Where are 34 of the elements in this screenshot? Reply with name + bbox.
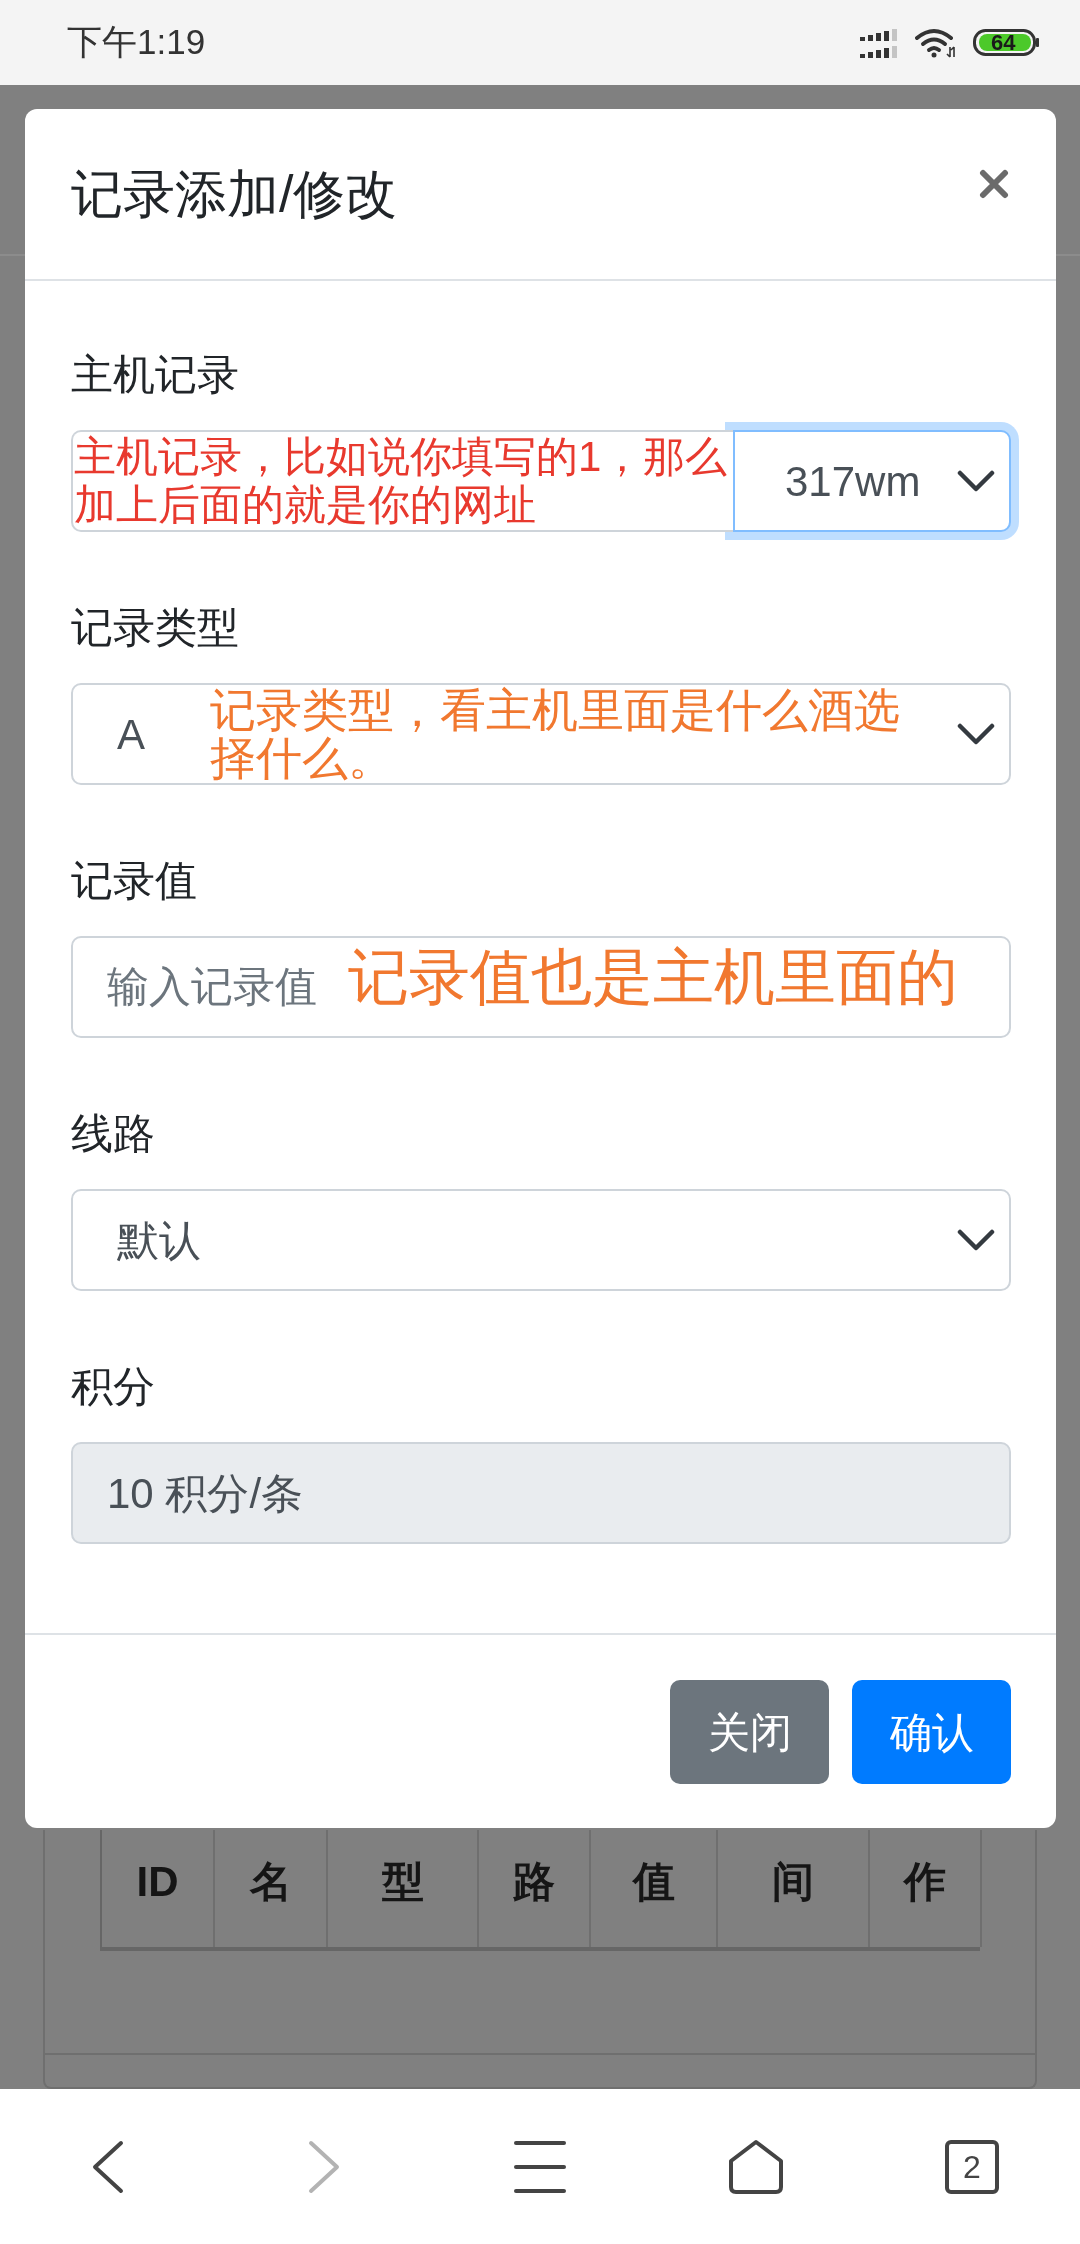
field-label: 记录值	[71, 856, 197, 906]
wifi-icon	[915, 27, 957, 58]
table-header-cell: 型	[328, 1830, 479, 1947]
close-icon[interactable]	[979, 169, 1009, 199]
menu-icon[interactable]	[514, 2139, 566, 2194]
tab-count-button[interactable]: 2	[945, 2139, 999, 2194]
table-header-cell: 作	[870, 1830, 982, 1947]
dialog-button[interactable]: 关闭	[670, 1680, 829, 1784]
signal-icon	[859, 27, 899, 58]
select-field[interactable]: A 记录类型，看主机里面是什么酒选择什么。	[71, 683, 1011, 785]
table-header-cell: 路	[479, 1830, 591, 1947]
modal-title: 记录添加/修改	[71, 164, 398, 225]
chevron-down-icon	[957, 470, 995, 492]
field-label: 主机记录	[71, 350, 239, 400]
chevron-down-icon	[957, 1229, 995, 1251]
dialog-button[interactable]: 确认	[852, 1680, 1011, 1784]
annotation-text: 记录值也是主机里面的	[348, 942, 958, 1013]
table-header-cell: 间	[718, 1830, 870, 1947]
table-header-cell: ID	[102, 1830, 215, 1947]
status-time: 下午1:19	[67, 21, 206, 64]
field-label: 线路	[71, 1109, 155, 1159]
annotation-text: 记录类型，看主机里面是什么酒选择什么。	[210, 686, 901, 782]
chevron-down-icon	[957, 723, 995, 745]
points-field: 10 积分/条	[71, 1442, 1011, 1544]
table-header-cell: 值	[591, 1830, 718, 1947]
field-label: 记录类型	[71, 603, 239, 653]
select-field[interactable]: 317wm	[733, 430, 1011, 532]
field-label: 积分	[71, 1362, 155, 1412]
home-icon[interactable]	[728, 2138, 784, 2195]
table-header-cell: 名	[215, 1830, 328, 1947]
battery-level-text: 64	[991, 30, 1016, 55]
select-field[interactable]: 默认	[71, 1189, 1011, 1291]
chevron-left-icon[interactable]	[92, 2139, 124, 2194]
battery-icon	[973, 29, 1040, 56]
